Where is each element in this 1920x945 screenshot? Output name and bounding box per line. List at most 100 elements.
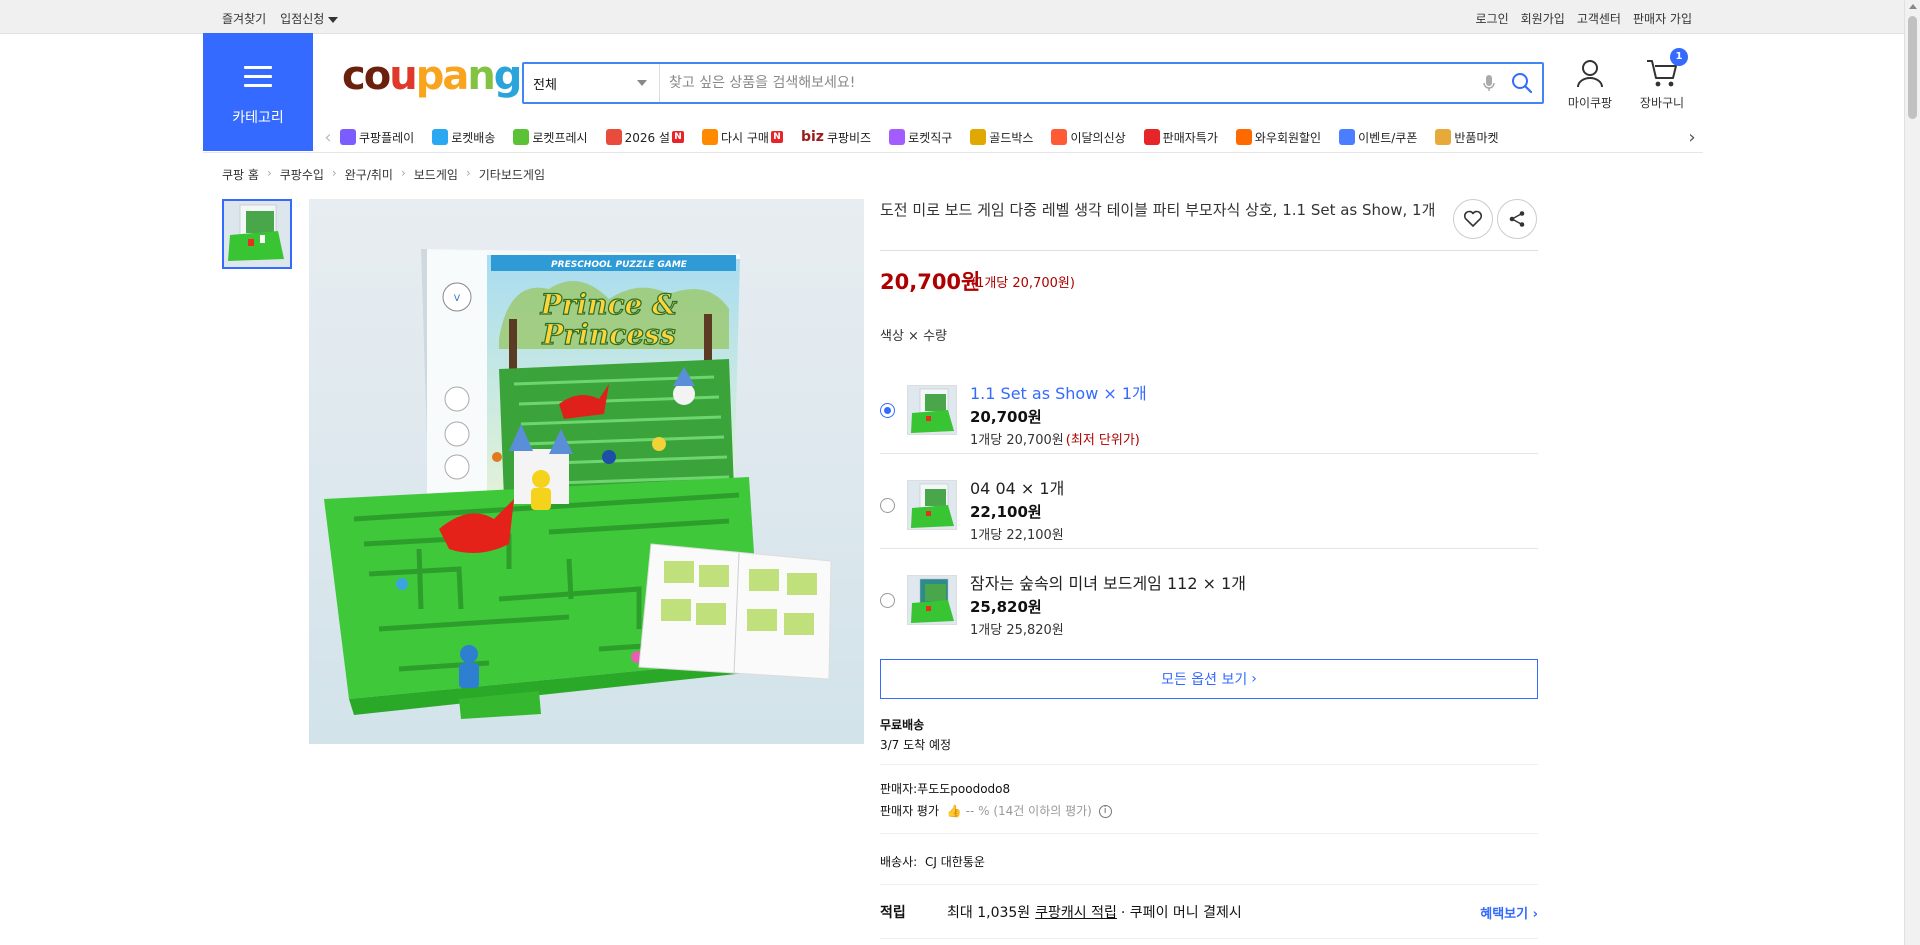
chevron-left-icon[interactable]: ‹: [316, 127, 340, 148]
chevron-right-icon[interactable]: ›: [1680, 127, 1704, 148]
option-header: 색상 × 수량: [880, 329, 947, 344]
delivery-eta: 3/7 도착 예정: [880, 738, 952, 752]
support-link[interactable]: 고객센터: [1577, 10, 1621, 27]
quicknav-label: 로켓직구: [908, 130, 953, 145]
quicknav-item[interactable]: 로켓배송: [432, 129, 495, 146]
breadcrumb-separator-icon: ›: [331, 166, 337, 180]
breadcrumb-item[interactable]: 보드게임: [414, 166, 458, 183]
gift-icon: [605, 129, 622, 145]
quicknav-label: 반품마켓: [1454, 130, 1499, 145]
cart-count-badge: 1: [1670, 48, 1688, 66]
quicknav-item[interactable]: 로켓프레시: [513, 129, 588, 146]
quicknav-item[interactable]: 반품마켓: [1435, 129, 1499, 146]
product-main-image[interactable]: PRESCHOOL PUZZLE GAME Prince & Princess …: [309, 199, 864, 744]
seller-signup-link[interactable]: 판매자 가입: [1633, 10, 1692, 27]
quicknav-item[interactable]: 다시 구매 N: [701, 129, 783, 146]
quicknav-item[interactable]: 쿠팡플레이: [340, 129, 414, 146]
breadcrumb-item[interactable]: 완구/취미: [345, 166, 393, 183]
category-menu-button[interactable]: 카테고리: [203, 33, 313, 151]
new-badge: N: [671, 131, 684, 143]
top-utility-bar: 즐겨찾기 입점신청 로그인 회원가입 고객센터 판매자 가입: [0, 0, 1904, 34]
coupang-logo[interactable]: coupang: [342, 56, 522, 96]
all-options-button[interactable]: 모든 옵션 보기 ›: [880, 659, 1538, 699]
option-row[interactable]: 04 04 × 1개 22,100원 1개당 22,100원: [880, 461, 1538, 556]
quicknav-item[interactable]: 판매자특가: [1143, 129, 1218, 146]
option-radio[interactable]: [880, 593, 895, 608]
login-link[interactable]: 로그인: [1476, 10, 1509, 27]
reward-row: 적립 최대 1,035원 쿠팡캐시 적립 · 쿠페이 머니 결제시 혜택보기 ›: [880, 902, 1538, 922]
option-divider: [880, 453, 1538, 454]
mypage-button[interactable]: 마이쿠팡: [1560, 58, 1620, 111]
option-name: 잠자는 숲속의 미녀 보드게임 112 × 1개: [970, 574, 1247, 593]
coupang-cash-link[interactable]: 쿠팡캐시 적립: [1035, 902, 1117, 922]
benefits-link[interactable]: 혜택보기 ›: [1480, 903, 1538, 922]
option-unit-price: 1개당 22,100원: [970, 524, 1064, 543]
new-badge: N: [770, 131, 783, 143]
search-bar: 전체: [522, 62, 1544, 104]
option-unit-text: 1개당 22,100원: [970, 528, 1064, 543]
lowest-unit-price-tag: (최저 단위가): [1065, 433, 1140, 448]
mypage-label: 마이쿠팡: [1567, 96, 1613, 110]
carrier-divider: [880, 884, 1538, 885]
option-price: 22,100원: [970, 503, 1042, 521]
quicknav-item[interactable]: 와우회원할인: [1235, 129, 1322, 146]
signup-link[interactable]: 회원가입: [1521, 10, 1565, 27]
share-button[interactable]: [1497, 199, 1537, 239]
quicknav-item[interactable]: 이벤트/쿠폰: [1339, 129, 1417, 146]
reward-max: 최대 1,035원: [947, 905, 1031, 921]
reward-note: · 쿠페이 머니 결제시: [1120, 905, 1242, 921]
search-icon[interactable]: [1502, 64, 1542, 102]
bookmark-link[interactable]: 즐겨찾기: [222, 10, 266, 27]
quicknav-label: 로켓배송: [451, 130, 496, 145]
quicknav-item[interactable]: 로켓직구: [889, 129, 952, 146]
caret-down-icon: [328, 16, 339, 23]
seller-row: 판매자:푸도도poododo8: [880, 780, 1010, 797]
box-name-line-1: Prince &: [540, 288, 678, 321]
quicknav-item[interactable]: biz 쿠팡비즈: [801, 129, 871, 146]
chevron-right-icon: ›: [1251, 671, 1257, 687]
product-thumbnail[interactable]: [222, 199, 292, 269]
hamburger-icon: [244, 66, 272, 88]
option-radio[interactable]: [880, 498, 895, 513]
breadcrumb-item[interactable]: 쿠팡수입: [280, 166, 324, 183]
option-row[interactable]: 잠자는 숲속의 미녀 보드게임 112 × 1개 25,820원 1개당 25,82…: [880, 556, 1538, 651]
seller-apply-dropdown[interactable]: 입점신청: [280, 10, 339, 27]
scrollbar-thumb[interactable]: [1908, 16, 1917, 119]
home-icon: [701, 129, 718, 145]
product-title: 도전 미로 보드 게임 다중 레벨 생각 테이블 파티 부모자식 상호, 1.1…: [880, 201, 1436, 219]
quicknav-item[interactable]: 골드박스: [970, 129, 1033, 146]
search-input[interactable]: [660, 64, 1476, 102]
search-scope-select[interactable]: 전체: [524, 64, 660, 102]
quicknav-item[interactable]: 2026 설N: [605, 129, 684, 146]
product-price: 20,700원: [880, 270, 981, 294]
vertical-scrollbar[interactable]: [1904, 0, 1920, 945]
rocket-global-icon: [889, 129, 906, 145]
quicknav-label: 쿠팡비즈: [826, 130, 872, 145]
quicknav-label: 와우회원할인: [1254, 130, 1322, 145]
seller-name[interactable]: 푸도도poododo8: [917, 782, 1010, 796]
play-icon: [340, 129, 356, 145]
info-icon[interactable]: i: [1098, 805, 1112, 818]
option-price: 20,700원: [970, 408, 1042, 426]
biz-icon: biz: [800, 129, 824, 145]
option-thumbnail: [907, 575, 957, 625]
microphone-icon[interactable]: [1476, 70, 1502, 96]
option-radio[interactable]: [880, 403, 895, 418]
wishlist-button[interactable]: [1453, 199, 1493, 239]
breadcrumb-item[interactable]: 기타보드게임: [479, 166, 545, 183]
option-name: 1.1 Set as Show × 1개: [970, 384, 1147, 403]
option-row[interactable]: 1.1 Set as Show × 1개 20,700원 1개당 20,700원 (최…: [880, 366, 1538, 461]
seller-rating-note: (14건 이하의 평가): [993, 804, 1092, 818]
seller-apply-label: 입점신청: [280, 12, 325, 26]
breadcrumb-separator-icon: ›: [400, 166, 406, 180]
cart-button[interactable]: 1 장바구니: [1632, 48, 1692, 111]
option-thumbnail: [907, 480, 957, 530]
all-options-label: 모든 옵션 보기: [1161, 672, 1248, 688]
quicknav-label: 로켓프레시: [532, 130, 588, 145]
quicknav-item[interactable]: 이달의신상: [1051, 129, 1126, 146]
option-divider: [880, 548, 1538, 549]
option-price: 25,820원: [970, 598, 1042, 616]
seller-rating-row: 판매자 평가 👍 -- % (14건 이하의 평가) i: [880, 802, 1112, 819]
scroll-up-icon[interactable]: [1909, 4, 1917, 9]
breadcrumb-item[interactable]: 쿠팡 홈: [222, 166, 259, 183]
